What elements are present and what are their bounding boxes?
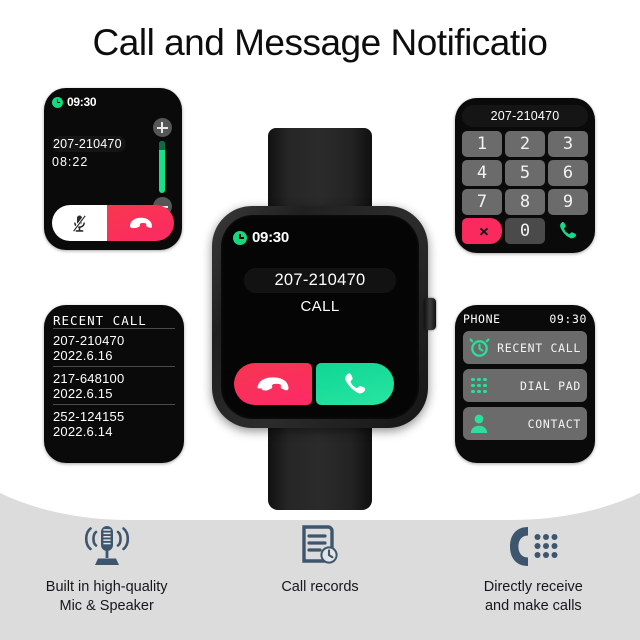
clock-icon [52,96,63,108]
dial-key-9[interactable]: 9 [548,189,588,215]
recent-call-number: 252-124155 [53,409,125,424]
feature-caption-line1: Built in high-quality [45,579,168,595]
recent-call-number: 207-210470 [53,333,125,348]
phone-menu-card: PHONE 09:30 RECENT CALL DIAL PAD CONTACT [455,305,595,463]
watch-screen: 09:30 207-210470 CALL [221,215,419,419]
recent-call-date: 2022.6.15 [53,386,113,401]
dial-key-2[interactable]: 2 [505,131,545,157]
list-item[interactable]: 217-648100 2022.6.15 [53,366,175,404]
clock-icon [233,230,247,245]
dialed-number-display[interactable]: 207-210470 [462,105,588,127]
list-item[interactable]: 252-124155 2022.6.14 [53,404,175,442]
page-title: Call and Message Notificatio [92,22,548,63]
keypad-dots-icon [468,375,490,397]
dial-key-3[interactable]: 3 [548,131,588,157]
feature-caption: Directly receive and make calls [484,578,583,616]
main-smartwatch: 09:30 207-210470 CALL [208,120,436,510]
accept-call-button[interactable] [316,363,394,405]
feature-caption: Built in high-quality Mic & Speaker [46,578,168,616]
phone-hangup-icon [257,377,289,391]
decline-call-button[interactable] [234,363,312,405]
feature-strip: Built in high-quality Mic & Speaker Call… [0,522,640,638]
dial-pad-keys[interactable]: 1 2 3 4 5 6 7 8 9 0 [462,131,588,244]
phone-call-icon [345,373,366,394]
call-records-document-clock-icon [296,522,344,572]
menu-item-label: DIAL PAD [520,378,581,393]
dial-call-button[interactable] [548,218,588,244]
phone-menu-time: 09:30 [549,312,587,326]
recent-call-title: RECENT CALL [53,313,147,328]
volume-level-track[interactable] [158,141,166,193]
list-item[interactable]: 207-210470 2022.6.16 [53,328,175,366]
menu-item-recent-call[interactable]: RECENT CALL [463,331,587,364]
feature-caption: Call records [281,578,358,597]
dial-key-5[interactable]: 5 [505,160,545,186]
recent-call-number: 217-648100 [53,371,125,386]
dial-key-8[interactable]: 8 [505,189,545,215]
feature-caption-line2: and make calls [484,598,582,614]
recent-call-card: RECENT CALL 207-210470 2022.6.16 217-648… [44,305,184,463]
menu-item-label: CONTACT [527,416,581,431]
volume-slider[interactable] [151,118,173,216]
volume-up-button[interactable] [152,118,172,137]
recent-call-date: 2022.6.16 [53,348,113,363]
poster-canvas: Call and Message Notificatio 09:30 207-2… [0,0,640,640]
feature-mic-speaker: Built in high-quality Mic & Speaker [0,522,213,638]
backspace-delete-icon [471,224,493,238]
incoming-number-box: 207-210470 [244,268,396,293]
menu-item-label: RECENT CALL [497,340,581,355]
crown-button[interactable] [424,298,436,330]
person-icon [468,413,490,435]
alarm-clock-icon [468,337,490,359]
menu-item-contact[interactable]: CONTACT [463,407,587,440]
status-time: 09:30 [67,95,97,109]
mic-muted-icon [72,214,87,232]
dial-key-0[interactable]: 0 [505,218,545,244]
dial-key-4[interactable]: 4 [462,160,502,186]
hangup-button[interactable] [107,205,174,241]
feature-make-calls: Directly receive and make calls [427,522,640,638]
in-call-actions [52,205,174,241]
dial-key-6[interactable]: 6 [548,160,588,186]
incoming-number: 207-210470 [274,271,366,289]
call-actions [234,363,394,405]
call-state-label: CALL [300,298,340,315]
feature-caption-line1: Directly receive [483,579,583,595]
recent-call-date: 2022.6.14 [53,424,113,439]
phone-menu-title: PHONE [463,312,501,326]
feature-call-records: Call records [213,522,426,638]
status-time: 09:30 [252,229,289,246]
feature-caption-line1: Call records [281,579,359,595]
status-bar: 09:30 [233,229,407,246]
dial-pad-card: 207-210470 1 2 3 4 5 6 7 8 9 0 [455,98,595,253]
microphone-sound-waves-icon [74,522,140,572]
status-bar: 09:30 [52,95,174,109]
dial-key-7[interactable]: 7 [462,189,502,215]
in-call-screen-card: 09:30 207-210470 08:22 [44,88,182,250]
phone-call-icon [560,221,577,239]
watch-case: 09:30 207-210470 CALL [212,206,436,428]
phone-menu-header: PHONE 09:30 [463,312,587,326]
phone-hangup-icon [129,217,152,229]
menu-item-dial-pad[interactable]: DIAL PAD [463,369,587,402]
handset-keypad-icon [504,522,562,572]
backspace-button[interactable] [462,218,502,244]
dial-key-1[interactable]: 1 [462,131,502,157]
mute-button[interactable] [52,205,107,241]
feature-caption-line2: Mic & Speaker [59,598,154,614]
caller-number: 207-210470 [52,136,126,152]
